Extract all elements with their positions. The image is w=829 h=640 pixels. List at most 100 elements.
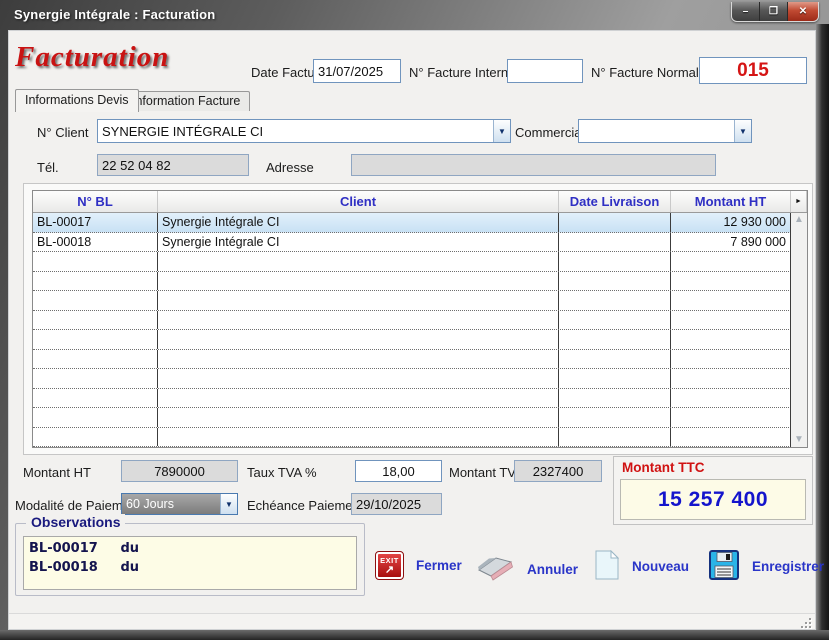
column-header[interactable]: Date Livraison	[559, 191, 671, 212]
window-frame-right	[816, 24, 829, 640]
table-row-empty[interactable]	[33, 311, 807, 331]
table-cell-date	[559, 311, 671, 330]
column-header[interactable]: Montant HT	[671, 191, 791, 212]
column-header[interactable]: N° BL	[33, 191, 158, 212]
table-cell-mht	[671, 369, 791, 388]
table-row-empty[interactable]	[33, 428, 807, 448]
table-cell-client: Synergie Intégrale CI	[158, 213, 559, 232]
taux-tva-field[interactable]: 18,00	[355, 460, 442, 482]
commercial-combobox-value	[579, 120, 734, 142]
tel-field[interactable]: 22 52 04 82	[97, 154, 249, 176]
table-cell-mht: 12 930 000	[671, 213, 791, 232]
annuler-button[interactable]: Annuler	[476, 555, 578, 584]
adresse-field[interactable]	[351, 154, 716, 176]
tab-information-facture[interactable]: Information Facture	[122, 91, 250, 111]
date-facture-field[interactable]: 31/07/2025	[313, 59, 401, 83]
table-header: N° BLClientDate LivraisonMontant HT►	[33, 191, 807, 213]
table-row[interactable]: BL-00017Synergie Intégrale CI 12 930 000	[33, 213, 807, 233]
table-cell-mht	[671, 389, 791, 408]
table-cell-date	[559, 369, 671, 388]
echeance-paiement-field[interactable]: 29/10/2025	[351, 493, 442, 515]
client-combobox[interactable]: SYNERGIE INTÉGRALE CI ▼	[97, 119, 511, 143]
enregistrer-button-label: Enregistrer	[752, 559, 824, 574]
client-label: N° Client	[37, 125, 88, 140]
chevron-down-icon[interactable]: ▼	[493, 120, 510, 142]
table-scrollbar[interactable]: ▲ ▼	[790, 213, 807, 447]
table-row-empty[interactable]	[33, 330, 807, 350]
table-row-empty[interactable]	[33, 369, 807, 389]
main-form: Facturation Date Facture 31/07/2025 N° F…	[8, 30, 816, 630]
table-row-empty[interactable]	[33, 389, 807, 409]
enregistrer-button[interactable]: Enregistrer	[709, 550, 824, 583]
table-cell-mht	[671, 408, 791, 427]
table-cell-bl	[33, 291, 158, 310]
table-cell-mht	[671, 350, 791, 369]
tab-informations-devis[interactable]: Informations Devis	[15, 89, 139, 112]
taux-tva-label: Taux TVA %	[247, 465, 317, 480]
montant-ttc-label: Montant TTC	[622, 460, 704, 475]
montant-tva-field[interactable]: 2327400	[514, 460, 602, 482]
table-cell-bl	[33, 272, 158, 291]
modalite-paiement-combobox[interactable]: 60 Jours ▼	[121, 493, 238, 515]
close-button[interactable]: ✕	[788, 2, 818, 21]
table-row[interactable]: BL-00018Synergie Intégrale CI7 890 000	[33, 233, 807, 253]
table-row-empty[interactable]	[33, 350, 807, 370]
table-cell-bl	[33, 408, 158, 427]
table-cell-bl	[33, 369, 158, 388]
table-row-empty[interactable]	[33, 408, 807, 428]
scroll-down-icon[interactable]: ▼	[794, 433, 804, 447]
table-cell-date	[559, 428, 671, 447]
table-cell-mht	[671, 330, 791, 349]
nouveau-button[interactable]: Nouveau	[595, 550, 689, 583]
column-expand-icon[interactable]: ►	[791, 191, 807, 212]
window-controls: – ❐ ✕	[731, 2, 819, 22]
new-page-icon	[595, 550, 619, 583]
maximize-button[interactable]: ❐	[760, 2, 788, 21]
column-header[interactable]: Client	[158, 191, 559, 212]
table-cell-client	[158, 389, 559, 408]
floppy-disk-icon	[709, 550, 739, 583]
table-cell-date	[559, 213, 671, 232]
titlebar[interactable]: Synergie Intégrale : Facturation – ❐ ✕	[0, 0, 829, 30]
adresse-label: Adresse	[266, 160, 314, 175]
table-row-empty[interactable]	[33, 252, 807, 272]
table-row-empty[interactable]	[33, 291, 807, 311]
facture-interne-field[interactable]	[507, 59, 583, 83]
table-row-empty[interactable]	[33, 272, 807, 292]
table-cell-bl	[33, 428, 158, 447]
window-title: Synergie Intégrale : Facturation	[14, 7, 215, 22]
tel-label: Tél.	[37, 160, 59, 175]
resize-grip-icon[interactable]	[801, 618, 811, 628]
table-cell-client	[158, 252, 559, 271]
table-cell-mht	[671, 428, 791, 447]
commercial-combobox[interactable]: ▼	[578, 119, 752, 143]
chevron-down-icon[interactable]: ▼	[734, 120, 751, 142]
facture-normalisee-field[interactable]: 015	[699, 57, 807, 84]
table-cell-bl	[33, 311, 158, 330]
modalite-paiement-value: 60 Jours	[122, 494, 220, 514]
eraser-icon	[476, 555, 514, 584]
table-cell-client	[158, 350, 559, 369]
table-cell-client	[158, 311, 559, 330]
table-cell-client	[158, 291, 559, 310]
table-cell-bl	[33, 350, 158, 369]
observations-groupbox: Observations BL-00017 du BL-00018 du	[15, 523, 365, 596]
table-cell-bl	[33, 389, 158, 408]
montant-ht-field[interactable]: 7890000	[121, 460, 238, 482]
table-cell-date	[559, 252, 671, 271]
scroll-up-icon[interactable]: ▲	[794, 213, 804, 227]
table-cell-bl: BL-00017	[33, 213, 158, 232]
minimize-icon: –	[743, 6, 749, 17]
montant-tva-label: Montant TVA	[449, 465, 524, 480]
maximize-icon: ❐	[769, 6, 778, 17]
table-cell-mht	[671, 291, 791, 310]
fermer-button[interactable]: EXIT ↗ Fermer	[376, 552, 462, 579]
minimize-button[interactable]: –	[732, 2, 760, 21]
echeance-paiement-label: Echéance Paiement	[247, 498, 363, 513]
observations-textarea[interactable]: BL-00017 du BL-00018 du	[23, 536, 357, 590]
annuler-button-label: Annuler	[527, 562, 578, 577]
chevron-down-icon[interactable]: ▼	[220, 494, 237, 514]
montant-ttc-groupbox: Montant TTC 15 257 400	[613, 456, 813, 525]
nouveau-button-label: Nouveau	[632, 559, 689, 574]
table-cell-date	[559, 350, 671, 369]
